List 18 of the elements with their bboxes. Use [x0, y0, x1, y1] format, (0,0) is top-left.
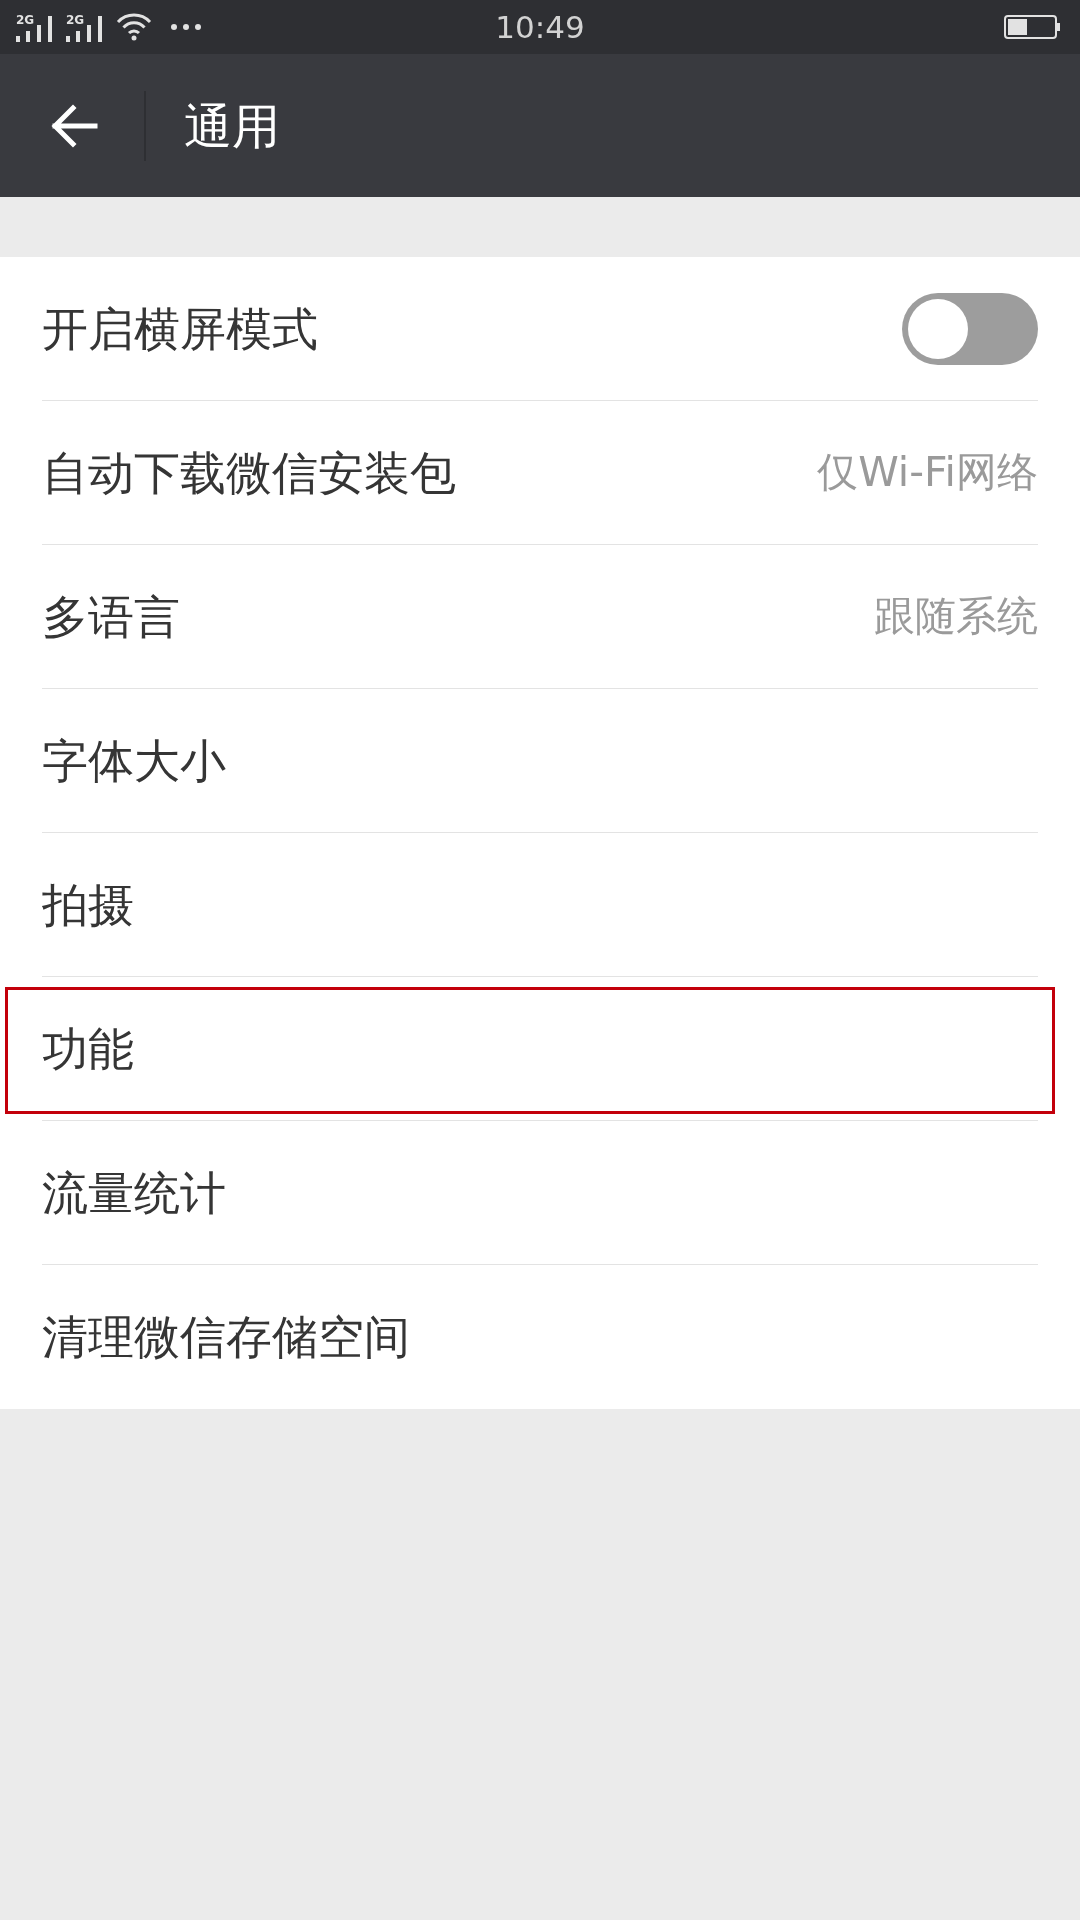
- setting-label[interactable]: 多语言: [42, 593, 180, 640]
- setting-label[interactable]: 功能: [42, 1025, 134, 1072]
- wifi-icon: [116, 12, 152, 42]
- battery-icon: [1004, 15, 1060, 39]
- back-arrow-icon: [49, 103, 99, 148]
- more-dots-icon: [170, 23, 202, 31]
- setting-label[interactable]: 清理微信存储空间: [42, 1314, 410, 1360]
- network-type-label: 2G: [16, 14, 35, 26]
- setting-value: 仅Wi-Fi网络: [817, 452, 1038, 493]
- setting-value: 跟随系统: [874, 596, 1038, 637]
- page-title: 通用: [184, 101, 280, 150]
- status-time: 10:49: [495, 11, 585, 43]
- setting-label[interactable]: 流量统计: [42, 1169, 226, 1216]
- setting-label[interactable]: 字体大小: [42, 737, 226, 784]
- setting-label[interactable]: 开启横屏模式: [42, 305, 318, 352]
- setting-label[interactable]: 自动下载微信安装包: [42, 449, 456, 496]
- network-type-label: 2G: [66, 14, 85, 26]
- setting-label[interactable]: 拍摄: [42, 881, 134, 928]
